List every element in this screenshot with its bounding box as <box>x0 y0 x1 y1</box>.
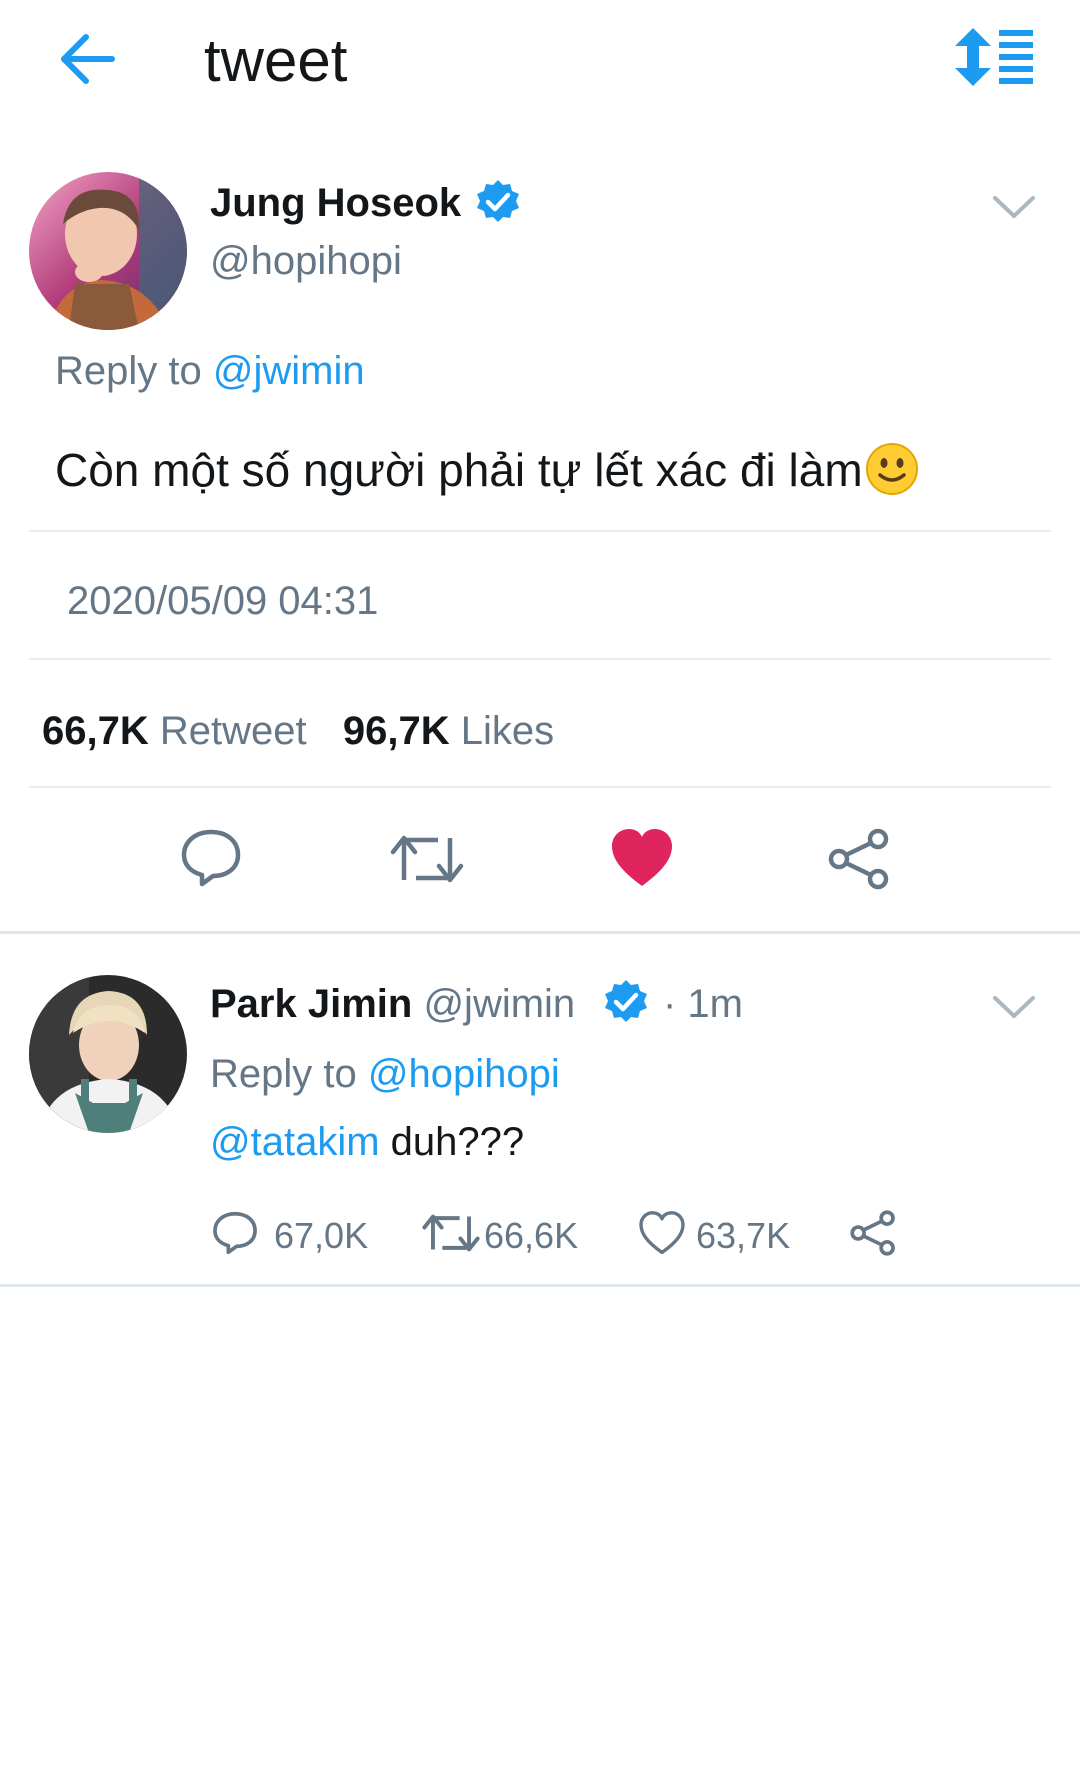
tweet-text: Còn một số người phải tự lết xác đi làm <box>55 440 919 500</box>
share-icon <box>850 1210 895 1256</box>
reply-to-line: Reply to @hopihopi <box>210 1048 560 1100</box>
retweet-action[interactable]: 66,6K <box>422 1210 592 1258</box>
reply-author-line: Park Jimin @jwimin <box>210 978 575 1030</box>
chevron-down-icon[interactable] <box>992 190 1036 226</box>
retweet-count: 66,6K <box>484 1215 579 1256</box>
divider <box>29 786 1051 788</box>
retweet-icon[interactable] <box>390 830 464 888</box>
retweet-count[interactable]: 66,7K <box>42 709 149 753</box>
divider <box>29 530 1051 532</box>
avatar-park-jimin[interactable] <box>29 975 187 1133</box>
like-count: 63,7K <box>696 1215 791 1256</box>
share-action[interactable] <box>850 1210 900 1258</box>
retweet-icon <box>422 1214 480 1252</box>
section-divider <box>0 1284 1080 1287</box>
reply-icon <box>213 1211 257 1255</box>
reply-to-mention[interactable]: @hopihopi <box>368 1052 560 1096</box>
reply-tweet-text: @tatakim duh??? <box>210 1116 524 1168</box>
chevron-down-icon[interactable] <box>992 990 1036 1026</box>
author-name[interactable]: Jung Hoseok <box>210 178 461 228</box>
reply-body: duh??? <box>379 1120 525 1164</box>
verified-badge-icon <box>605 980 647 1022</box>
likes-count[interactable]: 96,7K <box>343 709 450 753</box>
like-heart-icon <box>639 1211 685 1255</box>
reply-action[interactable]: 67,0K <box>212 1210 372 1258</box>
reply-prefix: Reply to <box>210 1052 357 1096</box>
likes-label[interactable]: Likes <box>461 709 554 753</box>
reply-to-line: Reply to @jwimin <box>55 346 365 396</box>
avatar-jung-hoseok[interactable] <box>29 172 187 330</box>
section-divider <box>0 931 1080 934</box>
slightly-smiling-face-icon <box>865 443 918 495</box>
verified-badge-icon <box>477 180 519 222</box>
sort-list-icon[interactable] <box>955 28 1033 86</box>
tweet-timestamp: 2020/05/09 04:31 <box>67 579 379 623</box>
reply-to-mention[interactable]: @jwimin <box>213 349 365 393</box>
share-icon[interactable] <box>828 828 890 890</box>
author-handle[interactable]: @hopihopi <box>210 236 402 286</box>
page-title: tweet <box>204 27 348 94</box>
reply-author-name[interactable]: Park Jimin <box>210 982 412 1026</box>
reply-prefix: Reply to <box>55 349 202 393</box>
reply-time: · 1m <box>663 982 743 1026</box>
like-action[interactable]: 63,7K <box>638 1210 798 1258</box>
back-arrow-icon[interactable] <box>58 33 116 85</box>
retweet-label[interactable]: Retweet <box>160 709 307 753</box>
reply-author-handle[interactable]: @jwimin <box>423 982 575 1026</box>
like-heart-filled-icon[interactable] <box>610 828 674 888</box>
divider <box>29 658 1051 660</box>
reply-count: 67,0K <box>274 1215 369 1256</box>
tweet-stats: 66,7K Retweet 96,7K Likes <box>42 706 554 756</box>
reply-icon[interactable] <box>180 828 242 888</box>
mention-link[interactable]: @tatakim <box>210 1120 380 1164</box>
tweet-body: Còn một số người phải tự lết xác đi làm <box>55 444 863 496</box>
